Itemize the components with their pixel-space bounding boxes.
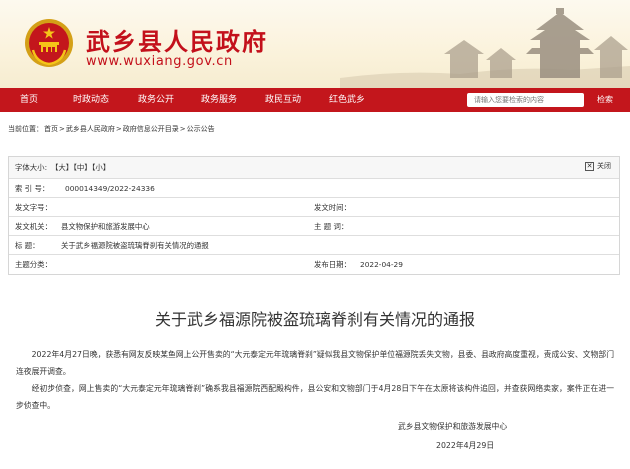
breadcrumb-item-gov[interactable]: 武乡县人民政府 [66, 125, 115, 133]
font-size-row: 字体大小: 【大】【中】【小】 ✕ 关闭 [9, 157, 619, 179]
breadcrumb-separator: > [115, 125, 122, 133]
article-paragraph: 2022年4月27日晚，获悉有网友反映某鱼网上公开售卖的“大元泰定元年琉璃脊刹”… [16, 350, 614, 376]
close-button[interactable]: ✕ 关闭 [585, 162, 611, 171]
nav-item-gov-service[interactable]: 政务服务 [201, 88, 237, 112]
date-value: 2022-04-29 [360, 260, 403, 269]
main-nav: 首页 时政动态 政务公开 政务服务 政民互动 红色武乡 检索 [0, 88, 630, 112]
font-medium-button[interactable]: 【中】 [73, 163, 91, 172]
doc-time-label: 发文时间： [314, 203, 351, 212]
article-paragraph: 经初步侦查，网上售卖的“大元泰定元年琉璃脊刹”确系我县福源院西配殿构件，县公安和… [16, 384, 614, 410]
title-label: 标 题： [15, 241, 40, 250]
breadcrumb-item-notice[interactable]: 公示公告 [187, 125, 215, 133]
site-url: www.wuxiang.gov.cn [86, 54, 233, 69]
nav-item-interaction[interactable]: 政民互动 [265, 88, 301, 112]
close-icon: ✕ [585, 162, 594, 171]
index-value: 000014349/2022-24336 [65, 184, 155, 193]
index-label: 索 引 号： [15, 184, 50, 193]
sign-date: 2022年4月29日 [436, 441, 495, 450]
agency-label: 发文机关： [15, 222, 52, 231]
pagoda-skyline-decoration [340, 8, 630, 88]
font-small-button[interactable]: 【小】 [92, 163, 110, 172]
breadcrumb-separator: > [179, 125, 186, 133]
national-emblem-icon [25, 19, 73, 67]
date-label: 发布日期： [314, 260, 351, 269]
search-button[interactable]: 检索 [597, 88, 613, 112]
doc-no-row: 发文字号： 发文时间： [9, 198, 619, 217]
nav-item-home[interactable]: 首页 [20, 88, 38, 112]
doc-info-table: 字体大小: 【大】【中】【小】 ✕ 关闭 索 引 号： 000014349/20… [8, 156, 620, 275]
breadcrumb-separator: > [59, 125, 65, 133]
topic-label: 主 题 词： [314, 222, 349, 231]
article-title: 关于武乡福源院被盗琉璃脊刹有关情况的通报 [154, 310, 475, 329]
font-size-label: 字体大小: [15, 163, 48, 172]
nav-item-news[interactable]: 时政动态 [73, 88, 109, 112]
breadcrumb-item-home[interactable]: 首页 [44, 125, 58, 133]
agency-value: 县文物保护和旅游发展中心 [61, 222, 150, 231]
breadcrumb-item-catalog[interactable]: 政府信息公开目录 [123, 125, 179, 133]
breadcrumb-prefix: 当前位置： [8, 125, 43, 133]
title-row: 标 题： 关于武乡福源院被盗琉璃脊刹有关情况的通报 [9, 236, 619, 255]
category-row: 主题分类： 发布日期： 2022-04-29 [9, 255, 619, 274]
agency-row: 发文机关： 县文物保护和旅游发展中心 主 题 词： [9, 217, 619, 236]
category-label: 主题分类： [15, 260, 52, 269]
site-header: 武乡县人民政府 www.wuxiang.gov.cn [0, 0, 630, 88]
site-title: 武乡县人民政府 [86, 27, 268, 56]
doc-no-label: 发文字号： [15, 203, 52, 212]
index-row: 索 引 号： 000014349/2022-24336 [9, 179, 619, 198]
close-label: 关闭 [597, 162, 611, 170]
nav-item-red-wuxiang[interactable]: 红色武乡 [329, 88, 365, 112]
search-input[interactable] [467, 93, 584, 107]
breadcrumb: 当前位置：首页>武乡县人民政府>政府信息公开目录>公示公告 [8, 124, 216, 134]
font-large-button[interactable]: 【大】 [51, 163, 73, 172]
title-value: 关于武乡福源院被盗琉璃脊刹有关情况的通报 [61, 241, 209, 250]
nav-item-gov-open[interactable]: 政务公开 [138, 88, 174, 112]
signature: 武乡县文物保护和旅游发展中心 [398, 422, 508, 431]
